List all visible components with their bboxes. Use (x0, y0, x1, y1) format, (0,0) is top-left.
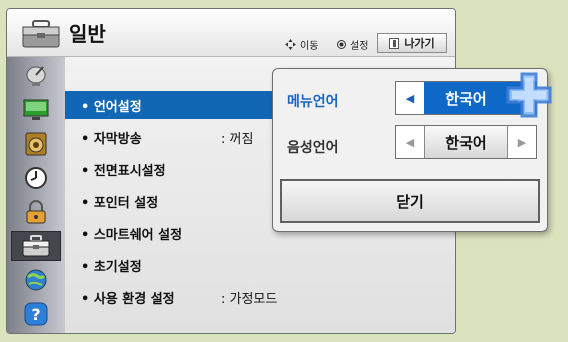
pointer-cursor-icon (506, 72, 552, 118)
exit-label: 나가기 (404, 37, 435, 50)
menu-item-smartshare[interactable]: • 스마트쉐어 설정 (65, 219, 295, 247)
speaker-icon (25, 132, 47, 156)
page-title: 일반 (69, 22, 106, 46)
help-icon: ? (24, 302, 48, 326)
menu-item-value: : 가정모드 (221, 291, 278, 307)
sidebar-item-time[interactable] (11, 163, 61, 193)
clock-icon (25, 167, 47, 189)
sidebar-item-picture[interactable] (11, 95, 61, 125)
menu-item-label: • 스마트쉐어 설정 (81, 227, 183, 243)
close-button[interactable]: 닫기 (280, 179, 540, 223)
audio-language-prev-button[interactable]: ◀ (396, 126, 424, 158)
sidebar-item-general[interactable] (11, 231, 61, 261)
sidebar-item-sound[interactable] (11, 129, 61, 159)
audio-language-label: 음성언어 (287, 140, 339, 156)
tv-picture-icon (23, 99, 49, 120)
menu-item-label: • 사용 환경 설정 (81, 291, 175, 307)
menu-item-pointer[interactable]: • 포인터 설정 (65, 187, 295, 215)
set-hint-label: 설정 (350, 41, 369, 52)
move-hint: 이동 (285, 37, 318, 52)
sidebar-item-network[interactable] (11, 265, 61, 295)
menu-item-label: • 자막방송 (81, 131, 142, 147)
arrow-left-icon: ◀ (405, 135, 415, 149)
dpad-icon (285, 39, 296, 50)
audio-language-next-button[interactable]: ▶ (508, 126, 536, 158)
sidebar-item-channel[interactable] (11, 61, 61, 91)
satellite-dish-icon (26, 66, 46, 86)
arrow-right-icon: ▶ (517, 135, 527, 149)
menu-item-language[interactable]: • 언어설정 (65, 91, 285, 119)
menu-item-front-display[interactable]: • 전면표시설정 (65, 155, 295, 183)
menu-item-caption[interactable]: • 자막방송 : 꺼짐 (65, 123, 295, 151)
menu-item-label: • 초기설정 (81, 259, 142, 275)
briefcase-icon (22, 235, 50, 257)
exit-icon (389, 37, 400, 49)
menu-language-value: 한국어 (424, 82, 508, 114)
move-hint-label: 이동 (300, 41, 319, 52)
menu-item-label: • 포인터 설정 (81, 195, 159, 211)
sidebar-item-lock[interactable] (11, 197, 61, 227)
briefcase-icon (22, 20, 60, 48)
sidebar: ? (7, 57, 65, 333)
audio-language-selector[interactable]: ◀ 한국어 ▶ (395, 125, 537, 159)
menu-item-usage-mode[interactable]: • 사용 환경 설정 : 가정모드 (65, 283, 295, 311)
audio-language-value: 한국어 (424, 126, 508, 158)
header: 일반 이동 설정 나가기 (7, 9, 455, 57)
exit-button[interactable]: 나가기 (377, 33, 447, 53)
menu-item-label: • 전면표시설정 (81, 163, 166, 179)
menu-language-prev-button[interactable]: ◀ (396, 82, 424, 114)
menu-item-initial-setup[interactable]: • 초기설정 (65, 251, 295, 279)
arrow-left-icon: ◀ (405, 91, 415, 105)
ok-button-icon (337, 40, 346, 49)
lock-icon (26, 200, 46, 224)
sidebar-item-help[interactable]: ? (11, 299, 61, 329)
svg-text:?: ? (31, 305, 40, 324)
menu-item-value: : 꺼짐 (221, 131, 254, 147)
menu-item-label: • 언어설정 (81, 99, 142, 115)
network-globe-icon (25, 269, 47, 291)
menu-language-label: 메뉴언어 (287, 94, 339, 110)
set-hint: 설정 (337, 37, 368, 52)
